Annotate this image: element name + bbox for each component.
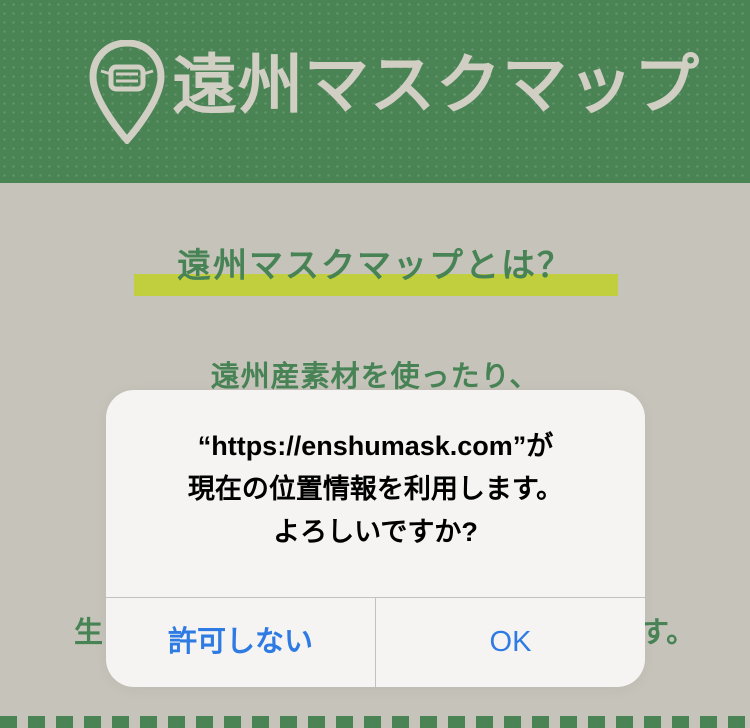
- alert-message: “https://enshumask.com”が 現在の位置情報を利用します。 …: [106, 425, 645, 554]
- deny-button[interactable]: 許可しない: [106, 598, 375, 687]
- alert-message-line2: 現在の位置情報を利用します。: [187, 474, 564, 504]
- alert-message-line3: よろしいですか?: [273, 517, 478, 547]
- location-permission-alert: “https://enshumask.com”が 現在の位置情報を利用します。 …: [106, 390, 645, 687]
- alert-message-line1: “https://enshumask.com”が: [197, 431, 554, 461]
- ok-button[interactable]: OK: [376, 598, 645, 687]
